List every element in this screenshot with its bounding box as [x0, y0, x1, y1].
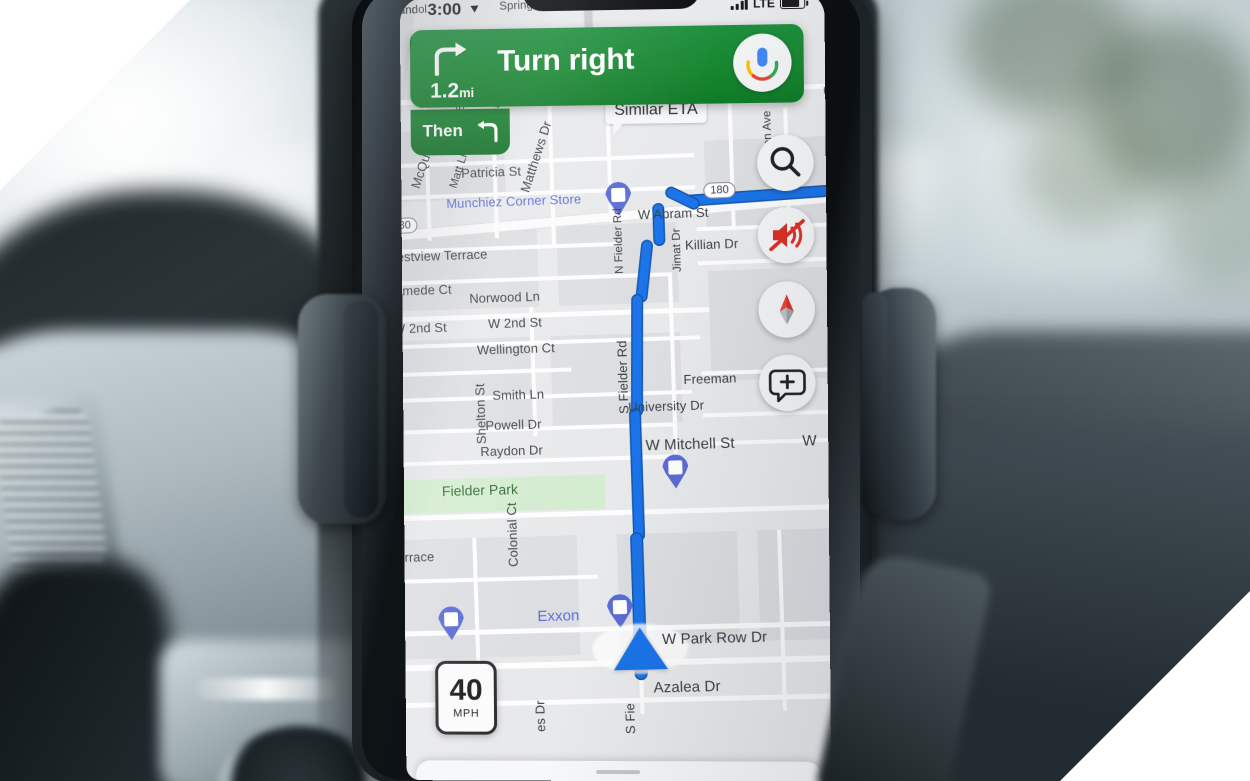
poi-pin-exxon[interactable] — [607, 594, 634, 629]
status-network: LTE — [753, 0, 775, 11]
screenshot-root: Randol Spring Lake Dr Cochise Dr German … — [0, 0, 1250, 781]
map-label: Killian Dr — [685, 236, 739, 253]
navigation-arrow-icon — [613, 627, 668, 670]
park-label: Fielder Park — [442, 481, 519, 499]
map-label: Norwood Ln — [469, 289, 540, 306]
phone-screen: Randol Spring Lake Dr Cochise Dr German … — [400, 0, 832, 781]
map-label: W Mitchell St — [645, 435, 735, 455]
compass-needle-icon — [758, 281, 815, 338]
voice-search-button[interactable] — [733, 33, 792, 92]
poi-label[interactable]: Exxon — [537, 607, 580, 625]
map-label: Terrace — [400, 549, 435, 565]
search-icon — [757, 134, 814, 191]
speed-limit-value: 40 — [449, 676, 482, 706]
map-label: S Fielder Rd — [614, 340, 631, 414]
speed-limit-sign: 40 MPH — [435, 661, 497, 735]
report-button[interactable] — [759, 355, 816, 412]
map-label: W Park Row Dr — [662, 629, 768, 649]
highway-shield: 180 — [703, 182, 736, 199]
map-label: University Dr — [628, 397, 704, 414]
map-label: es Dr — [532, 700, 548, 732]
navigation-instruction: Turn right — [497, 43, 634, 79]
map-label: Raydon Dr — [480, 442, 543, 459]
map-label: W — [802, 432, 817, 450]
speed-limit-unit: MPH — [453, 708, 479, 720]
cellular-signal-icon — [731, 0, 748, 10]
battery-icon — [780, 0, 805, 9]
remaining-distance: 1.2mi — [430, 79, 474, 104]
search-button[interactable] — [757, 134, 814, 191]
map-label: Shelton St — [472, 383, 489, 444]
speaker-muted-icon — [758, 207, 815, 264]
foliage-blur — [1020, 110, 1160, 230]
map-label: Colonial Ct — [504, 502, 521, 567]
map-label: Ashmede Ct — [400, 282, 452, 299]
callout-tail — [613, 124, 622, 135]
mount-clamp-left-inner — [344, 300, 378, 518]
turn-left-arrow-icon — [474, 121, 500, 143]
dashboard-dark-corner — [0, 560, 170, 781]
location-arrow-icon — [470, 2, 480, 12]
map-label: Wellington Ct — [477, 340, 555, 357]
mount-clamp-right-inner — [862, 292, 888, 514]
turn-right-arrow-icon — [432, 41, 472, 75]
navigation-banner[interactable]: 1.2mi Turn right — [410, 24, 804, 108]
then-label: Then — [422, 121, 462, 141]
map-label: S Fie — [622, 703, 638, 734]
drag-handle-icon[interactable] — [596, 770, 640, 774]
map-label: W 2nd St — [488, 315, 542, 332]
mute-button[interactable] — [758, 207, 815, 264]
bottom-sheet[interactable] — [416, 760, 821, 781]
map-label: Smith Ln — [492, 386, 544, 403]
status-time: 3:00 — [427, 0, 461, 20]
map-label: Azalea Dr — [653, 678, 721, 697]
map-label: N Fielder Rd — [612, 208, 626, 274]
map-label: Powell Dr — [485, 416, 542, 433]
map-label: W Abram St — [638, 205, 709, 223]
map-label: W 2nd St — [400, 320, 447, 337]
map-label: Patricia St — [461, 164, 521, 181]
then-maneuver-chip: Then — [411, 108, 510, 155]
poi-pin-gas-left[interactable] — [438, 606, 465, 640]
dashboard-control-highlight — [196, 678, 336, 700]
map-label: Freeman — [683, 370, 736, 387]
map-label: Jimat Dr — [670, 228, 683, 272]
compass-button[interactable] — [758, 281, 815, 338]
add-report-icon — [759, 355, 816, 412]
poi-pin-school[interactable] — [662, 454, 689, 489]
